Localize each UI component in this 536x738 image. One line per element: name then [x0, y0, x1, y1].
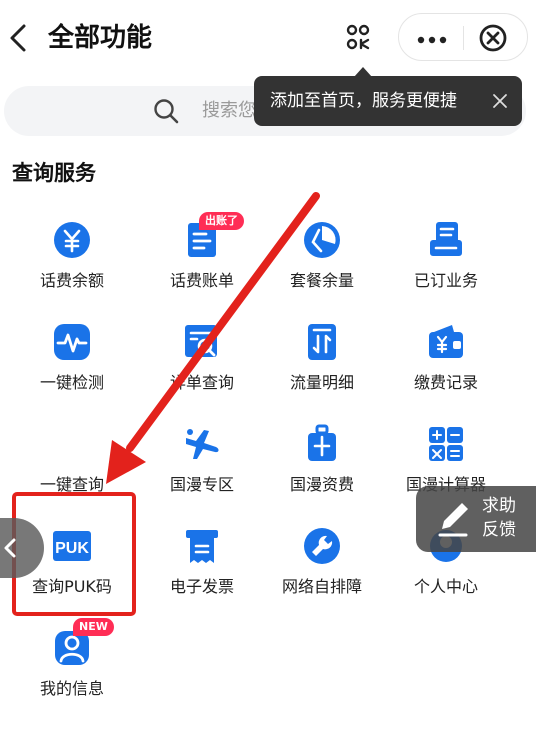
- grid-item-bill[interactable]: 出账了 话费账单: [137, 212, 267, 320]
- grid-item-payment[interactable]: 缴费记录: [381, 322, 511, 422]
- grid-item-label: 缴费记录: [413, 373, 478, 392]
- grid-item-label: 国漫专区: [169, 475, 234, 494]
- grid-item-package[interactable]: 套餐余量: [257, 220, 387, 320]
- more-button[interactable]: [407, 18, 457, 58]
- grid-item-invoice[interactable]: 电子发票: [137, 526, 267, 626]
- grid-item-label: 套餐余量: [289, 271, 354, 290]
- search-icon: [154, 99, 179, 124]
- airplane-icon: [186, 429, 219, 459]
- search-placeholder: 搜索您: [202, 100, 256, 121]
- more-dots-icon: [417, 36, 447, 44]
- tooltip-text: 添加至首页，服务更便捷: [270, 91, 457, 111]
- grid-item-balance[interactable]: 话费余额: [7, 220, 137, 320]
- grid-item-label: 电子发票: [169, 577, 234, 596]
- payment-wallet-icon: [429, 325, 463, 358]
- grid-item-label: 已订业务: [413, 271, 478, 290]
- grid-item-traffic[interactable]: 流量明细: [257, 322, 387, 422]
- scan-icon: [346, 24, 370, 50]
- page-title: 全部功能: [48, 23, 153, 53]
- grid-item-label: 流量明细: [289, 373, 354, 392]
- side-handle[interactable]: [0, 518, 44, 578]
- grid-item-check[interactable]: 一键检测: [7, 322, 137, 422]
- status-badge: 出账了: [199, 212, 244, 230]
- grid-item-troubleshoot[interactable]: 网络自排障: [257, 526, 387, 626]
- detail-search-icon: [185, 325, 217, 357]
- grid-item-subscribed[interactable]: 已订业务: [381, 220, 511, 320]
- header-bar: 全部功能: [0, 0, 536, 76]
- chevron-left-icon: [10, 24, 26, 52]
- pie-chart-icon: [304, 222, 340, 258]
- grid-item-label: 详单查询: [169, 373, 234, 392]
- grid-item-label: 一键检测: [39, 373, 104, 392]
- help-line-2: 反馈: [482, 520, 516, 540]
- calculator-icon: [429, 427, 463, 461]
- help-line-1: 求助: [482, 496, 516, 516]
- luggage-icon: [308, 424, 336, 461]
- close-button[interactable]: [475, 20, 511, 56]
- scan-button[interactable]: [340, 20, 380, 56]
- grid-item-label: 话费账单: [169, 271, 234, 290]
- grid-item-roaming-zone[interactable]: 国漫专区: [137, 424, 267, 524]
- grid-item-roaming-fee[interactable]: 国漫资费: [257, 424, 387, 524]
- subscribed-service-icon: [430, 222, 462, 256]
- grid-item-detail[interactable]: 详单查询: [137, 322, 267, 422]
- back-button[interactable]: [4, 18, 34, 58]
- section-title: 查询服务: [12, 161, 96, 185]
- chevron-left-icon: [4, 538, 16, 558]
- help-text: 求助 反馈: [482, 494, 532, 542]
- grid-item-my-info[interactable]: NEW 我的信息: [7, 618, 137, 728]
- pencil-edit-icon: [438, 503, 468, 537]
- data-traffic-icon: [308, 324, 336, 360]
- capsule-divider: [463, 26, 464, 50]
- grid-item-label: 我的信息: [39, 679, 104, 698]
- tooltip: 添加至首页，服务更便捷: [254, 67, 522, 126]
- help-feedback-button[interactable]: 求助 反馈: [416, 486, 536, 552]
- grid-item-label: 网络自排障: [281, 577, 362, 596]
- grid-item-label: 个人中心: [413, 577, 478, 596]
- close-icon[interactable]: [492, 93, 508, 109]
- close-circle-icon: [479, 24, 507, 52]
- menu-capsule: [398, 13, 528, 61]
- pulse-check-icon: [54, 324, 90, 360]
- grid-item-label: 国漫资费: [289, 475, 354, 494]
- e-invoice-icon: [186, 530, 218, 563]
- yuan-coin-icon: [54, 222, 90, 258]
- grid-item-label: 话费余额: [39, 271, 104, 290]
- new-badge: NEW: [73, 618, 114, 636]
- wrench-icon: [304, 528, 340, 564]
